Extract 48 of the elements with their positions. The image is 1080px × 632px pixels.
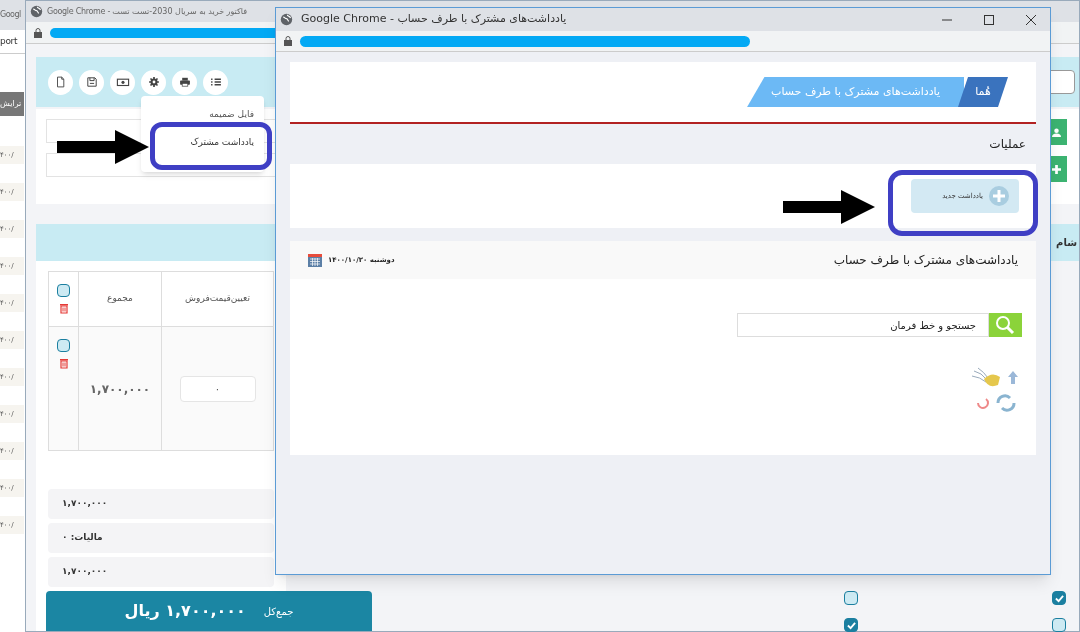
section-title: عملیات [989,136,1026,153]
checkbox[interactable] [844,591,858,605]
column-header: تعیین‌قیمت‌فروش [184,292,251,306]
banknote-icon[interactable] [110,69,135,95]
section-title: شام [1056,236,1077,250]
checkbox[interactable] [844,618,858,632]
menu-item[interactable]: یادداشت مشترک [190,135,254,149]
close-icon[interactable] [1026,14,1036,25]
total-value: ۱,۷۰۰,۰۰۰ ریال [124,600,246,622]
card-title: یادداشت‌های مشترک با طرف حساب [833,252,1018,269]
address-text: port [0,34,18,48]
refresh-icon[interactable] [974,393,1018,413]
arrow-icon [783,190,875,224]
globe-icon [280,13,293,26]
checkbox[interactable] [1052,591,1066,605]
summary-row: ۱,۷۰۰,۰۰۰ [48,489,274,519]
save-icon[interactable] [79,69,104,95]
column-header: ترایش [0,92,24,116]
plus-icon [989,186,1009,206]
menu-item[interactable]: فایل ضمیمه [209,108,254,122]
table-cell: ۱,۷۰۰,۰۰۰ [79,327,162,450]
window-title: Googl [0,9,21,21]
summary-row: مالیات: ۰ [48,523,274,553]
plus-icon [1051,164,1061,174]
numbered-list-icon[interactable] [203,69,228,95]
window-title: Google Chrome - یادداشت‌های مشترک با طرف حساب [301,11,568,28]
total-label: جمع‌کل [263,604,294,619]
price-input[interactable]: ۰ [179,375,256,402]
user-icon [1051,127,1061,137]
globe-icon [30,5,43,19]
document-icon[interactable] [48,69,73,95]
summary-row: ۱,۷۰۰,۰۰۰ [48,557,274,587]
maximize-icon[interactable] [984,14,994,25]
checkbox[interactable] [1052,618,1066,632]
trash-icon[interactable] [58,303,69,314]
calendar-icon [308,253,322,267]
trash-icon[interactable] [58,358,69,369]
printer-icon[interactable] [172,69,197,95]
settings-icon[interactable] [141,69,166,95]
checkbox[interactable] [57,284,70,297]
window-title: Google Chrome - فاکتور خرید به سریال 2030-تست تست [47,5,248,18]
breadcrumb-home[interactable]: هُما [958,77,1008,107]
arrow-icon [57,130,149,164]
column-header: مجموع [79,272,162,326]
search-field[interactable]: جستجو و خط فرمان [737,313,989,337]
checkbox[interactable] [57,339,70,352]
lock-icon [284,36,292,46]
lock-icon [34,27,42,38]
